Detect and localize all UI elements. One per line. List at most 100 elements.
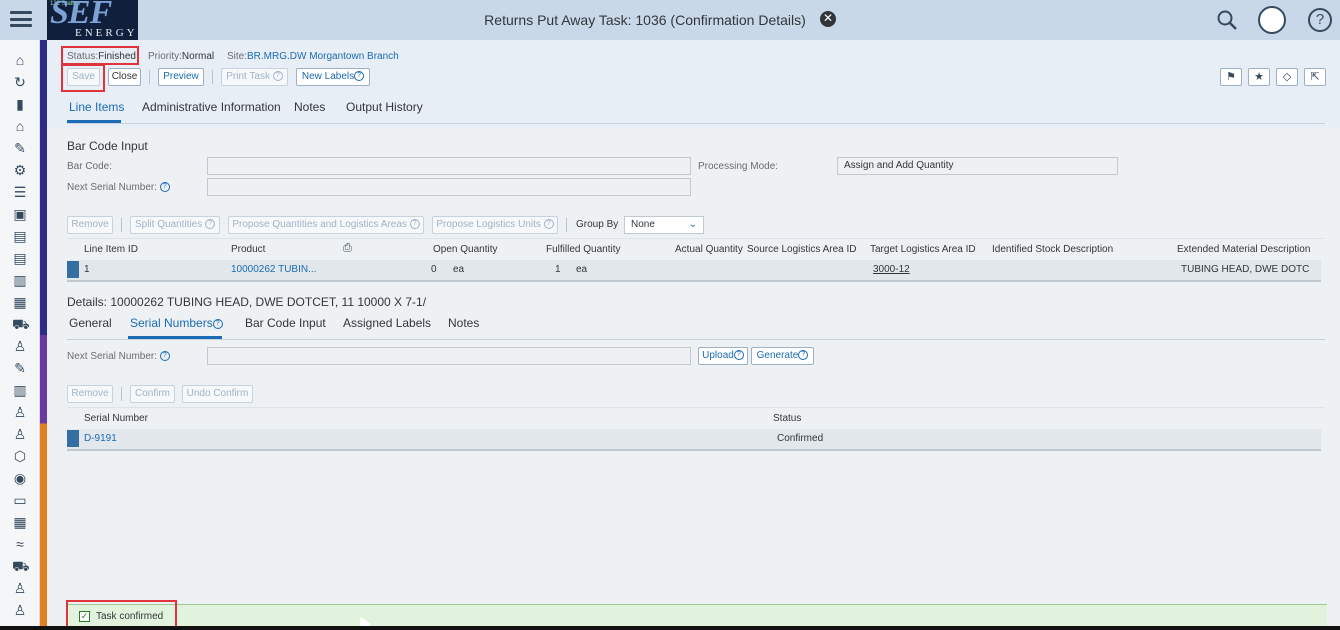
group-by-select[interactable]: None ⌄ <box>624 216 704 234</box>
upload-button[interactable]: Upload? <box>698 347 748 365</box>
cell-serial-link[interactable]: D-9191 <box>84 433 117 444</box>
processing-mode-field[interactable]: Assign and Add Quantity <box>837 157 1118 175</box>
expand-icon[interactable]: ⇱ <box>1304 68 1326 86</box>
menu-icon[interactable] <box>10 8 32 30</box>
bus-icon[interactable]: ▭ <box>12 492 28 508</box>
settings-icon[interactable]: ⚙ <box>12 162 28 178</box>
generate-button[interactable]: Generate? <box>751 347 814 365</box>
propose-quantities-button[interactable]: Propose Quantities and Logistics Areas ? <box>228 216 424 234</box>
worker-2-icon[interactable]: ♙ <box>12 404 28 420</box>
col-extended-material[interactable]: Extended Material Description <box>1177 244 1310 255</box>
calendar-icon[interactable]: ▦ <box>12 514 28 530</box>
building-icon[interactable]: ▥ <box>12 382 28 398</box>
tab-output-history[interactable]: Output History <box>346 100 423 114</box>
color-stripe <box>40 40 47 630</box>
tab-line-items[interactable]: Line Items <box>69 100 124 114</box>
home-icon[interactable]: ⌂ <box>12 52 28 68</box>
tab-administrative-information[interactable]: Administrative Information <box>142 100 281 114</box>
col-open-quantity[interactable]: Open Quantity <box>433 244 497 255</box>
col-product[interactable]: Product <box>231 244 265 255</box>
col-line-item-id[interactable]: Line Item ID <box>84 244 138 255</box>
print-task-button[interactable]: Print Task ? <box>221 68 288 86</box>
new-labels-button[interactable]: New Labels? <box>296 68 370 86</box>
cell-target-la-link[interactable]: 3000-12 <box>873 264 910 275</box>
table-row[interactable] <box>67 429 1321 449</box>
documents-icon[interactable]: ▤ <box>12 250 28 266</box>
confirm-button[interactable]: Confirm <box>130 385 175 403</box>
help-icon: ? <box>409 219 420 230</box>
avatar[interactable] <box>1258 6 1286 34</box>
remove-line-button[interactable]: Remove <box>67 216 113 234</box>
table-top-border <box>67 238 1325 239</box>
cell-open-uom: ea <box>453 264 465 275</box>
help-icon[interactable]: ? <box>1308 8 1332 32</box>
site-field: Site:BR.MRG.DW Morgantown Branch <box>227 51 399 62</box>
message-highlight <box>66 600 177 628</box>
help-icon: ? <box>159 351 170 362</box>
details-next-serial-label: Next Serial Number: ? <box>67 351 170 362</box>
document-icon[interactable]: ▤ <box>12 228 28 244</box>
worker-5-icon[interactable]: ♙ <box>12 602 28 618</box>
help-icon: ? <box>159 182 170 193</box>
col-source-la-id[interactable]: Source Logistics Area ID <box>747 244 857 255</box>
col-fulfilled-quantity[interactable]: Fulfilled Quantity <box>546 244 620 255</box>
cell-serial-status: Confirmed <box>777 433 824 444</box>
worker-icon[interactable]: ♙ <box>12 338 28 354</box>
help-icon: ? <box>354 71 365 82</box>
worker-4-icon[interactable]: ♙ <box>12 580 28 596</box>
cell-product-link[interactable]: 10000262 TUBIN... <box>231 264 316 275</box>
separator <box>121 387 122 401</box>
close-button[interactable]: Close <box>108 68 141 86</box>
col-target-la-id[interactable]: Target Logistics Area ID <box>870 244 976 255</box>
worker-3-icon[interactable]: ♙ <box>12 426 28 442</box>
print-icon[interactable]: ⎙ <box>343 242 352 255</box>
table-bottom-border <box>67 449 1321 451</box>
details-next-serial-input[interactable] <box>207 347 691 365</box>
tab-details-notes[interactable]: Notes <box>448 316 479 330</box>
col-actual-quantity[interactable]: Actual Quantity <box>675 244 743 255</box>
list-icon[interactable]: ▦ <box>12 294 28 310</box>
undo-confirm-button[interactable]: Undo Confirm <box>182 385 253 403</box>
row-selector[interactable] <box>67 430 79 447</box>
id-card-icon[interactable]: ▣ <box>12 206 28 222</box>
user-list-icon[interactable]: ☰ <box>12 184 28 200</box>
group-by-label: Group By <box>576 219 619 230</box>
tab-general[interactable]: General <box>69 316 112 330</box>
tab-notes[interactable]: Notes <box>294 100 325 114</box>
split-quantities-button[interactable]: Split Quantities ? <box>130 216 220 234</box>
edit-icon[interactable]: ✎ <box>12 360 28 376</box>
side-navigation: ⌂ ↻ ▮ ⌂ ✎ ⚙ ☰ ▣ ▤ ▤ ▥ ▦ ⛟ ♙ ✎ ▥ ♙ ♙ ⬡ ◉ … <box>0 40 40 630</box>
priority-field: Priority:Normal <box>148 51 215 62</box>
save-highlight <box>61 64 105 92</box>
preview-button[interactable]: Preview <box>158 68 204 86</box>
warehouse-icon[interactable]: ⌂ <box>12 118 28 134</box>
truck-icon[interactable]: ⛟ <box>12 316 30 332</box>
tab-bar-code-input[interactable]: Bar Code Input <box>245 316 326 330</box>
chart-icon[interactable]: ▮ <box>12 96 28 112</box>
star-icon[interactable]: ★ <box>1248 68 1270 86</box>
next-serial-input[interactable] <box>207 178 691 196</box>
clipboard-icon[interactable]: ▥ <box>12 272 28 288</box>
col-identified-stock[interactable]: Identified Stock Description <box>992 244 1113 255</box>
tag-icon[interactable]: ◇ <box>1276 68 1298 86</box>
user-circle-icon[interactable]: ◉ <box>12 470 28 486</box>
refresh-icon[interactable]: ↻ <box>12 74 28 90</box>
flag-icon[interactable]: ⚑ <box>1220 68 1242 86</box>
propose-logistics-units-button[interactable]: Propose Logistics Units ? <box>432 216 558 234</box>
close-app-icon[interactable]: ✕ <box>820 11 836 27</box>
col-serial-number[interactable]: Serial Number <box>84 413 148 424</box>
search-icon[interactable] <box>1216 9 1238 31</box>
user-edit-icon[interactable]: ✎ <box>12 140 28 156</box>
shipping-icon[interactable]: ⛟ <box>12 558 30 574</box>
table-top-border <box>67 407 1325 408</box>
col-status[interactable]: Status <box>773 413 801 424</box>
tab-assigned-labels[interactable]: Assigned Labels <box>343 316 431 330</box>
chevron-down-icon: ⌄ <box>688 219 697 230</box>
tab-serial-numbers[interactable]: Serial Numbers? <box>130 316 223 330</box>
cube-icon[interactable]: ⬡ <box>12 448 28 464</box>
row-selector[interactable] <box>67 261 79 278</box>
wave-icon[interactable]: ≈ <box>12 536 28 552</box>
divider <box>67 339 1325 340</box>
bar-code-input[interactable] <box>207 157 691 175</box>
remove-serial-button[interactable]: Remove <box>67 385 113 403</box>
